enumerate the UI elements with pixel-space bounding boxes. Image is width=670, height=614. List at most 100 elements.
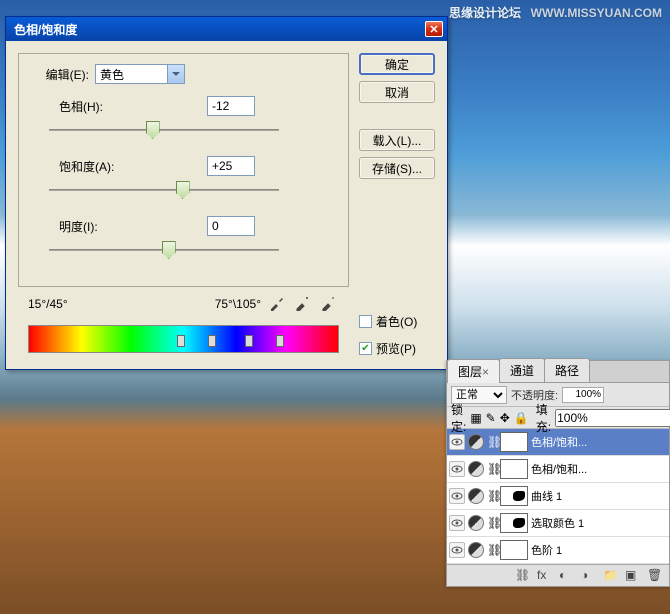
layer-row[interactable]: ⛓ 选取颜色 1	[447, 510, 669, 537]
watermark-site: 思缘设计论坛	[449, 6, 521, 20]
hue-label: 色相(H):	[59, 98, 189, 115]
fill-input[interactable]	[555, 409, 670, 427]
spectrum-marker[interactable]	[177, 335, 185, 347]
saturation-input[interactable]	[207, 156, 255, 176]
opacity-input[interactable]	[562, 387, 604, 403]
link-icon: ⛓	[487, 489, 497, 503]
adjustment-icon[interactable]: ◑	[581, 568, 597, 584]
visibility-icon[interactable]	[449, 542, 465, 558]
link-icon: ⛓	[487, 462, 497, 476]
link-icon: ⛓	[487, 516, 497, 530]
panel-toolbar2: 锁定: ▦ ✎ ✥ 🔒 填充:	[447, 407, 669, 429]
dialog-title: 色相/饱和度	[10, 21, 425, 38]
layer-row[interactable]: ⛓ 色相/饱和...	[447, 456, 669, 483]
layer-row[interactable]: ⛓ 曲线 1	[447, 483, 669, 510]
edit-combo[interactable]: 黄色	[95, 64, 185, 84]
hue-group: 色相(H):	[59, 96, 338, 138]
mask-icon[interactable]: ◐	[559, 568, 575, 584]
lightness-slider[interactable]	[49, 242, 279, 258]
save-button[interactable]: 存储(S)...	[359, 157, 435, 179]
lightness-thumb[interactable]	[162, 241, 176, 259]
layer-mask[interactable]	[500, 486, 528, 506]
lock-label: 锁定:	[451, 401, 466, 435]
hue-slider[interactable]	[49, 122, 279, 138]
spectrum-bar[interactable]	[28, 325, 339, 353]
visibility-icon[interactable]	[449, 461, 465, 477]
layer-list: ⛓ 色相/饱和... ⛓ 色相/饱和... ⛓ 曲线 1 ⛓ 选取颜色 1 ⛓ …	[447, 429, 669, 564]
panel-footer: ⛓ fx ◐ ◑ 📁 ▣ 🗑	[447, 564, 669, 586]
panel-tabs: 图层× 通道 路径	[447, 361, 669, 383]
cancel-button[interactable]: 取消	[359, 81, 435, 103]
spectrum-marker[interactable]	[276, 335, 284, 347]
layer-row[interactable]: ⛓ 色阶 1	[447, 537, 669, 564]
lightness-input[interactable]	[207, 216, 255, 236]
hue-input[interactable]	[207, 96, 255, 116]
spectrum-marker[interactable]	[208, 335, 216, 347]
eyedropper-subtract-icon[interactable]	[321, 295, 339, 313]
titlebar[interactable]: 色相/饱和度 ✕	[6, 17, 447, 41]
layer-name-label: 色相/饱和...	[531, 434, 667, 450]
colorize-check-row[interactable]: 着色(O)	[359, 313, 435, 330]
hue-thumb[interactable]	[146, 121, 160, 139]
watermark-url: WWW.MISSYUAN.COM	[531, 6, 662, 20]
watermark: 思缘设计论坛 WWW.MISSYUAN.COM	[449, 4, 662, 21]
eyedropper-add-icon[interactable]	[295, 295, 313, 313]
visibility-icon[interactable]	[449, 434, 465, 450]
adjustment-layer-icon	[468, 515, 484, 531]
layer-name-label: 色相/饱和...	[531, 461, 667, 477]
edit-label: 编辑(E):	[29, 66, 89, 83]
link-icon: ⛓	[487, 543, 497, 557]
saturation-thumb[interactable]	[176, 181, 190, 199]
controls-fieldset: 编辑(E): 黄色 色相(H): 饱和度(A):	[18, 53, 349, 287]
colorize-label: 着色(O)	[376, 313, 417, 330]
preview-check-row[interactable]: ✔ 预览(P)	[359, 340, 435, 357]
layer-mask[interactable]	[500, 459, 528, 479]
layer-name-label: 选取颜色 1	[531, 515, 667, 531]
saturation-group: 饱和度(A):	[59, 156, 338, 198]
visibility-icon[interactable]	[449, 488, 465, 504]
lock-all-icon[interactable]: 🔒	[514, 411, 528, 425]
visibility-icon[interactable]	[449, 515, 465, 531]
tab-close-icon[interactable]: ×	[482, 365, 489, 379]
preview-label: 预览(P)	[376, 340, 416, 357]
layer-mask[interactable]	[500, 513, 528, 533]
layers-panel: 图层× 通道 路径 正常 不透明度: 锁定: ▦ ✎ ✥ 🔒 填充: ⛓ 色相/…	[446, 360, 670, 587]
saturation-label: 饱和度(A):	[59, 158, 189, 175]
lock-pixels-icon[interactable]: ✎	[486, 411, 496, 425]
adjustment-layer-icon	[468, 488, 484, 504]
tab-layers[interactable]: 图层×	[447, 359, 500, 383]
saturation-slider[interactable]	[49, 182, 279, 198]
ok-button[interactable]: 确定	[359, 53, 435, 75]
adjustment-layer-icon	[468, 434, 484, 450]
hue-saturation-dialog: 色相/饱和度 ✕ 编辑(E): 黄色 色相(H): 饱和度(	[5, 16, 448, 370]
angle-left: 15°/45°	[28, 297, 68, 311]
adjustment-layer-icon	[468, 542, 484, 558]
layer-mask[interactable]	[500, 432, 528, 452]
layer-name-label: 色阶 1	[531, 542, 667, 558]
eyedropper-icon[interactable]	[269, 295, 287, 313]
angle-right: 75°\105°	[215, 297, 261, 311]
lightness-label: 明度(I):	[59, 218, 189, 235]
folder-icon[interactable]: 📁	[603, 568, 619, 584]
lightness-group: 明度(I):	[59, 216, 338, 258]
tab-paths[interactable]: 路径	[544, 358, 590, 382]
tab-channels[interactable]: 通道	[499, 358, 545, 382]
link-layers-icon[interactable]: ⛓	[515, 568, 531, 584]
lock-position-icon[interactable]: ✥	[500, 411, 510, 425]
lock-transparent-icon[interactable]: ▦	[470, 411, 481, 425]
fx-icon[interactable]: fx	[537, 568, 553, 584]
trash-icon[interactable]: 🗑	[647, 568, 663, 584]
new-layer-icon[interactable]: ▣	[625, 568, 641, 584]
layer-name-label: 曲线 1	[531, 488, 667, 504]
spectrum-marker[interactable]	[245, 335, 253, 347]
close-button[interactable]: ✕	[425, 21, 443, 37]
load-button[interactable]: 载入(L)...	[359, 129, 435, 151]
colorize-checkbox[interactable]	[359, 315, 372, 328]
angle-row: 15°/45° 75°\105°	[18, 295, 349, 313]
link-icon: ⛓	[487, 435, 497, 449]
panel-toolbar: 正常 不透明度:	[447, 383, 669, 407]
preview-checkbox[interactable]: ✔	[359, 342, 372, 355]
layer-mask[interactable]	[500, 540, 528, 560]
layer-row[interactable]: ⛓ 色相/饱和...	[447, 429, 669, 456]
fill-label: 填充:	[536, 401, 551, 435]
